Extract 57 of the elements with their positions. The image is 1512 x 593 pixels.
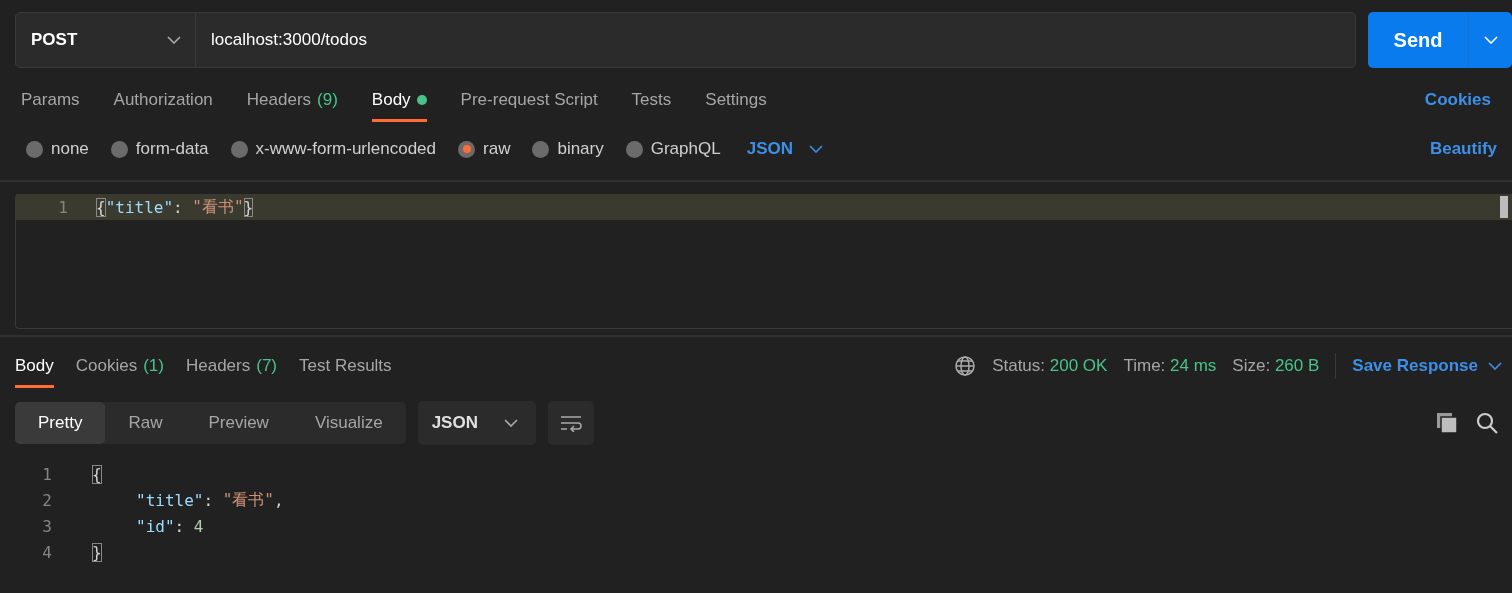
wrap-lines-button[interactable] — [547, 401, 594, 445]
radio-label[interactable]: none — [51, 139, 89, 159]
radio-label[interactable]: GraphQL — [650, 139, 721, 159]
radio-label[interactable]: raw — [483, 139, 511, 159]
line-number: 2 — [41, 490, 53, 510]
code-line: "title": "看书", — [135, 488, 284, 512]
radio-label[interactable]: x-www-form-urlencoded — [255, 139, 436, 159]
request-tab[interactable]: Params — [21, 82, 80, 118]
view-mode-tab[interactable]: Visualize — [291, 402, 406, 444]
line-number: 4 — [41, 542, 53, 562]
code-line: } — [92, 541, 102, 564]
radio-label[interactable]: binary — [557, 139, 604, 159]
response-tab[interactable]: Test Results — [299, 348, 392, 384]
view-mode-tab[interactable]: Pretty — [15, 402, 106, 444]
request-tab[interactable]: Tests — [631, 82, 672, 118]
method-select[interactable]: POST — [16, 13, 196, 67]
radio-button[interactable] — [110, 140, 128, 158]
chevron-down-icon — [1483, 36, 1498, 44]
line-number: 1 — [57, 197, 69, 217]
response-stat: Status: 200 OK — [992, 356, 1108, 376]
chevron-down-icon — [1488, 362, 1502, 370]
line-number: 1 — [41, 464, 53, 484]
radio-button[interactable] — [625, 140, 643, 158]
request-tab[interactable]: Authorization — [113, 82, 213, 118]
line-number: 3 — [41, 516, 53, 536]
beautify-link[interactable]: Beautify — [1429, 139, 1497, 159]
globe-icon[interactable] — [954, 355, 977, 377]
chevron-down-icon — [167, 36, 181, 44]
save-response-button[interactable]: Save Response — [1352, 356, 1502, 376]
view-mode-tab[interactable]: Raw — [105, 402, 186, 444]
code-line: "id": 4 — [135, 515, 204, 538]
chevron-down-icon — [808, 145, 823, 153]
response-stat: Time: 24 ms — [1123, 356, 1217, 376]
code-line: { — [92, 463, 102, 486]
request-tab[interactable]: Pre-request Script — [460, 82, 598, 118]
radio-button[interactable] — [230, 140, 248, 158]
response-stat: Size: 260 B — [1232, 356, 1320, 376]
format-select[interactable]: JSON — [746, 139, 823, 159]
radio-button[interactable] — [532, 140, 550, 158]
url-field[interactable]: localhost:3000/todos — [196, 13, 367, 67]
request-tab[interactable]: Headers (9) — [246, 82, 338, 118]
copy-icon[interactable] — [1436, 412, 1458, 434]
cookies-link[interactable]: Cookies — [1424, 90, 1491, 110]
radio-label[interactable]: form-data — [135, 139, 209, 159]
search-icon[interactable] — [1476, 412, 1498, 434]
request-tab[interactable]: Settings — [705, 82, 767, 118]
scrollbar-thumb[interactable] — [1500, 196, 1508, 218]
view-mode-tab[interactable]: Preview — [185, 402, 292, 444]
chevron-down-icon — [503, 419, 518, 427]
radio-button[interactable] — [26, 140, 43, 158]
radio-button[interactable] — [458, 140, 475, 158]
response-tab[interactable]: Cookies (1) — [75, 348, 164, 384]
request-tab[interactable]: Body — [371, 82, 427, 118]
code-line: {"title": "看书"} — [96, 195, 254, 219]
format-select[interactable]: JSON — [417, 401, 536, 445]
response-tab[interactable]: Headers (7) — [185, 348, 277, 384]
wrap-lines-icon — [558, 414, 583, 432]
